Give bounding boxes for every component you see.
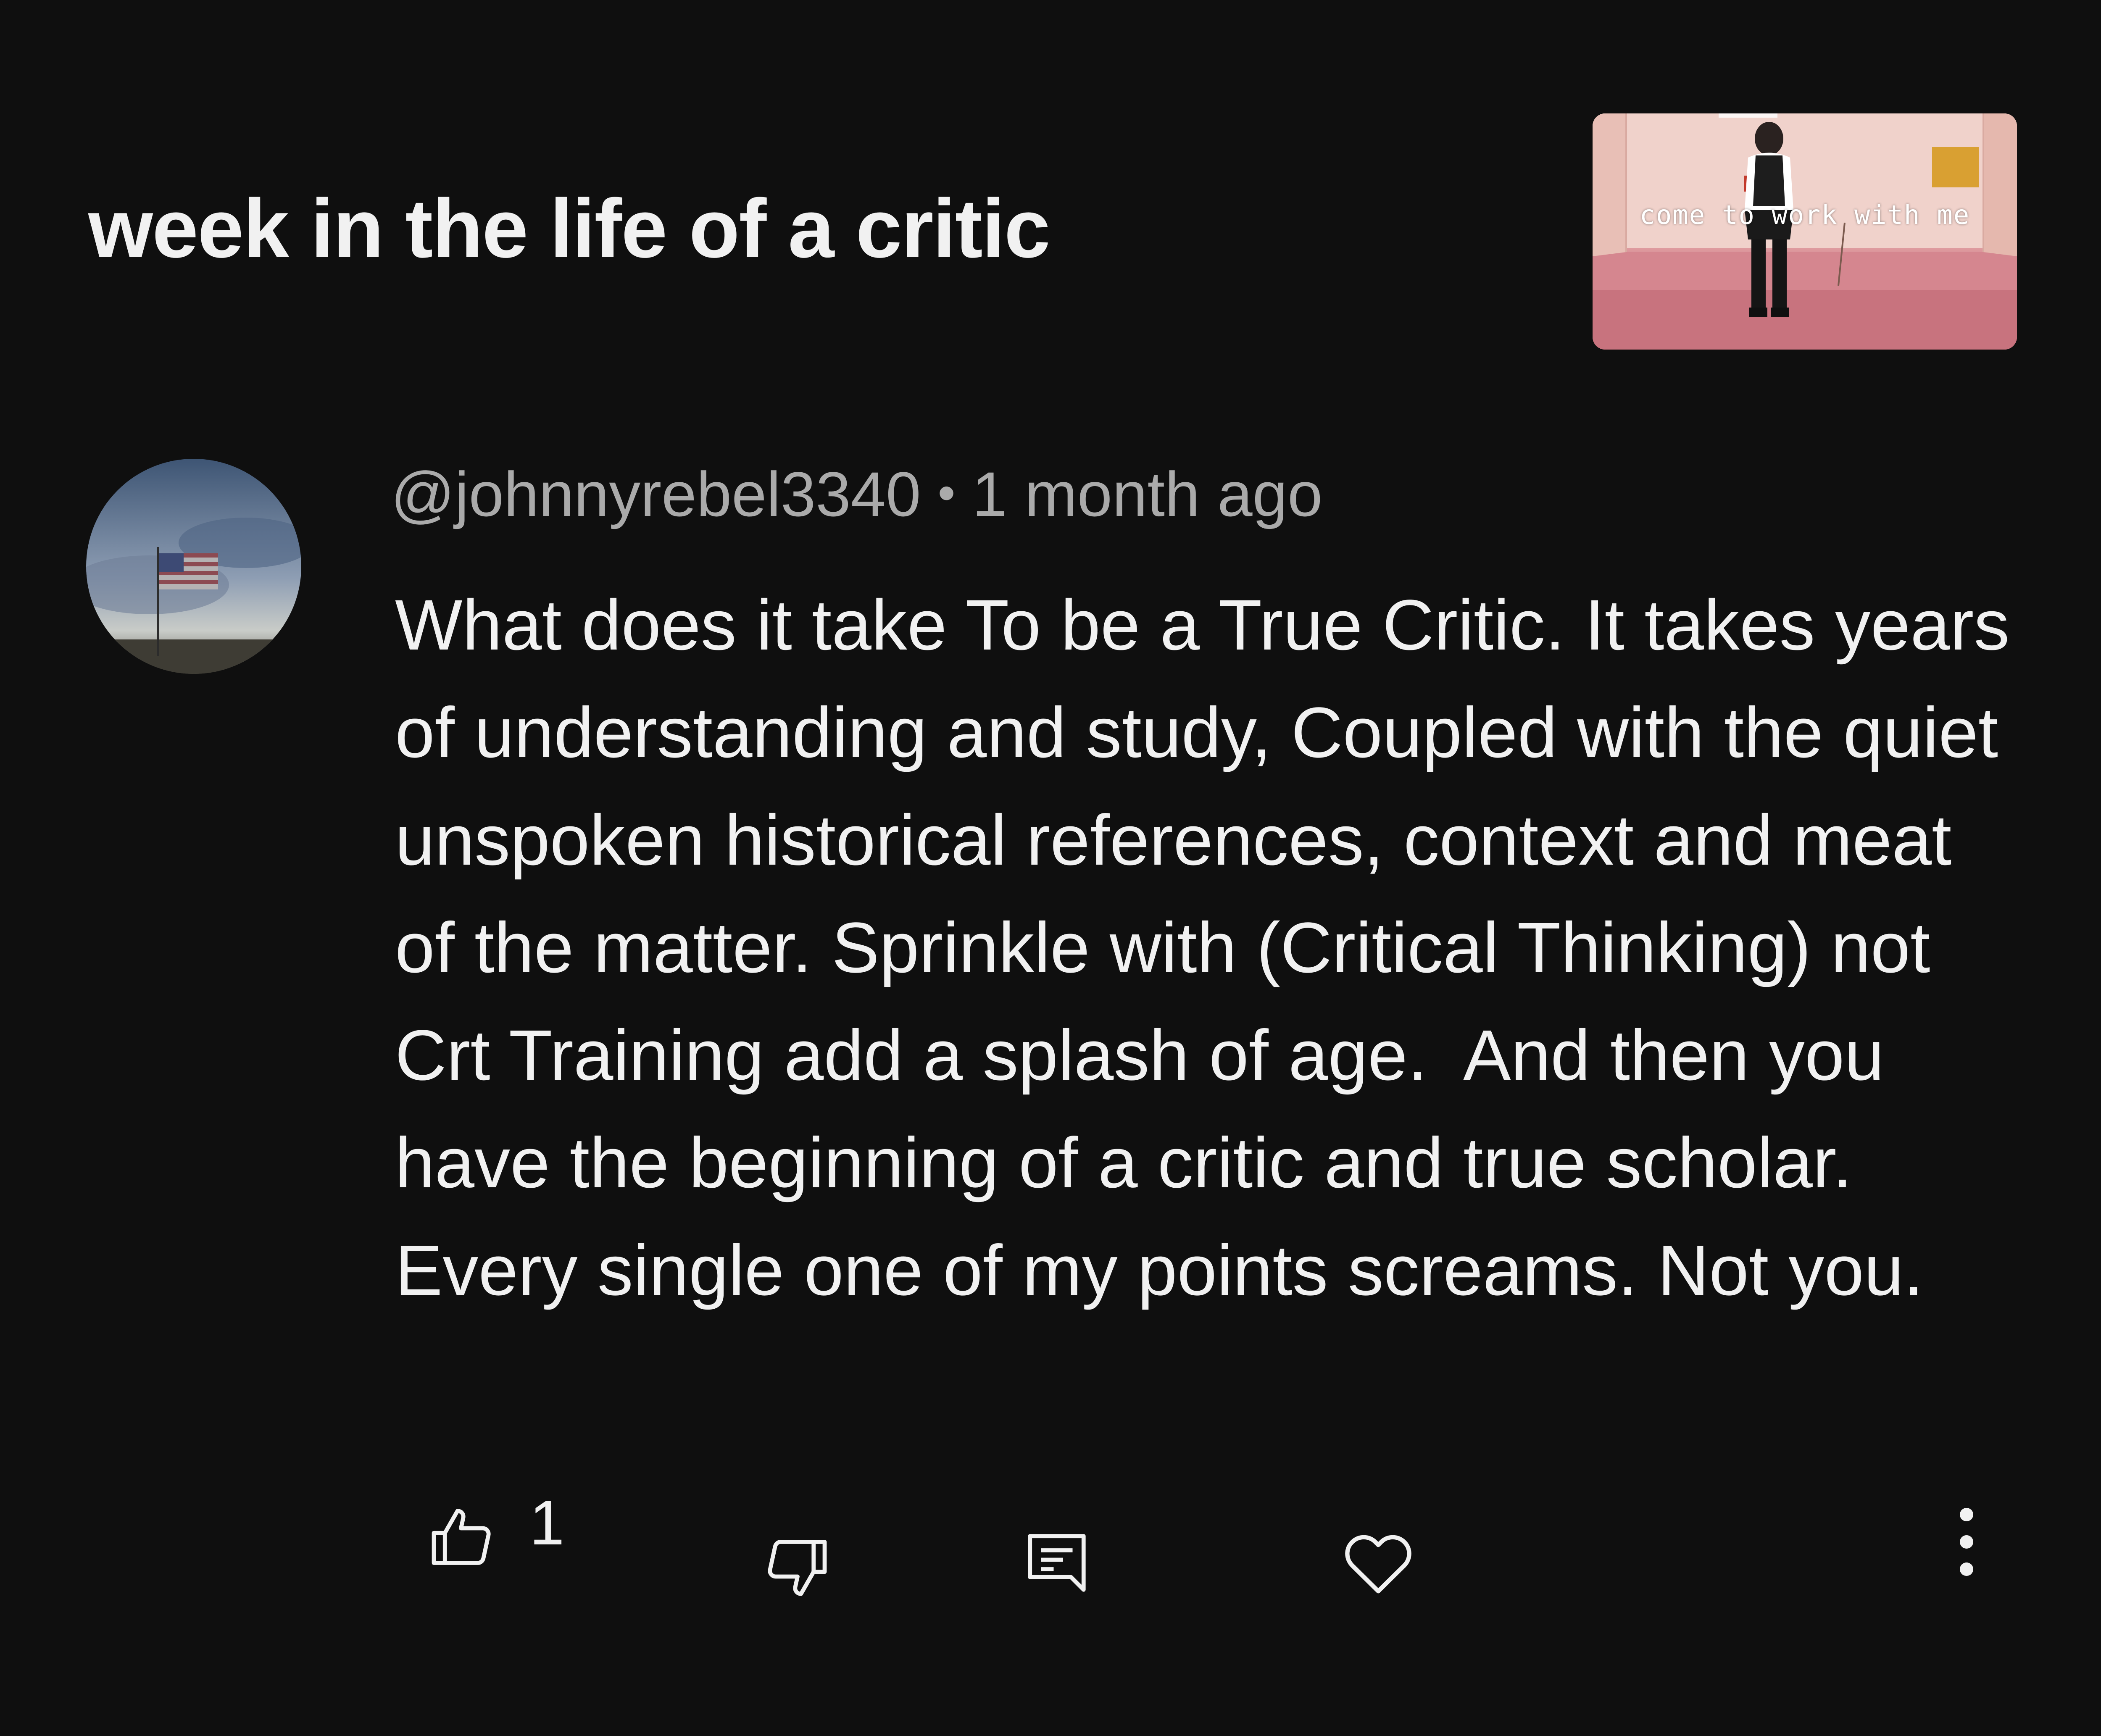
like-button[interactable]: 1: [424, 1487, 564, 1576]
reply-icon: [1028, 1534, 1086, 1592]
more-options-button[interactable]: [1946, 1504, 1988, 1580]
meta-separator: •: [937, 465, 956, 521]
video-thumbnail[interactable]: come to work with me: [1593, 113, 2017, 350]
video-title[interactable]: week in the life of a critic: [88, 181, 1050, 276]
comment-text: What does it take To be a True Critic. I…: [395, 585, 2030, 1310]
more-vert-icon: [1960, 1508, 1973, 1576]
avatar[interactable]: [86, 459, 301, 674]
thumbs-down-icon: [768, 1540, 827, 1596]
heart-icon: [1345, 1535, 1411, 1594]
avatar-image: [86, 459, 301, 674]
thumbs-up-icon: [432, 1509, 491, 1565]
comment-meta: @johnnyrebel3340 • 1 month ago: [391, 458, 1322, 531]
thumbnail-scene: [1593, 113, 2017, 350]
reply-button[interactable]: [1019, 1525, 1095, 1601]
comment-author[interactable]: @johnnyrebel3340: [391, 459, 921, 529]
heart-button[interactable]: [1338, 1523, 1418, 1603]
comment-timestamp[interactable]: 1 month ago: [972, 459, 1323, 529]
thumbnail-caption: come to work with me: [1639, 200, 1970, 230]
like-count: 1: [529, 1487, 565, 1558]
dislike-button[interactable]: [758, 1529, 834, 1605]
